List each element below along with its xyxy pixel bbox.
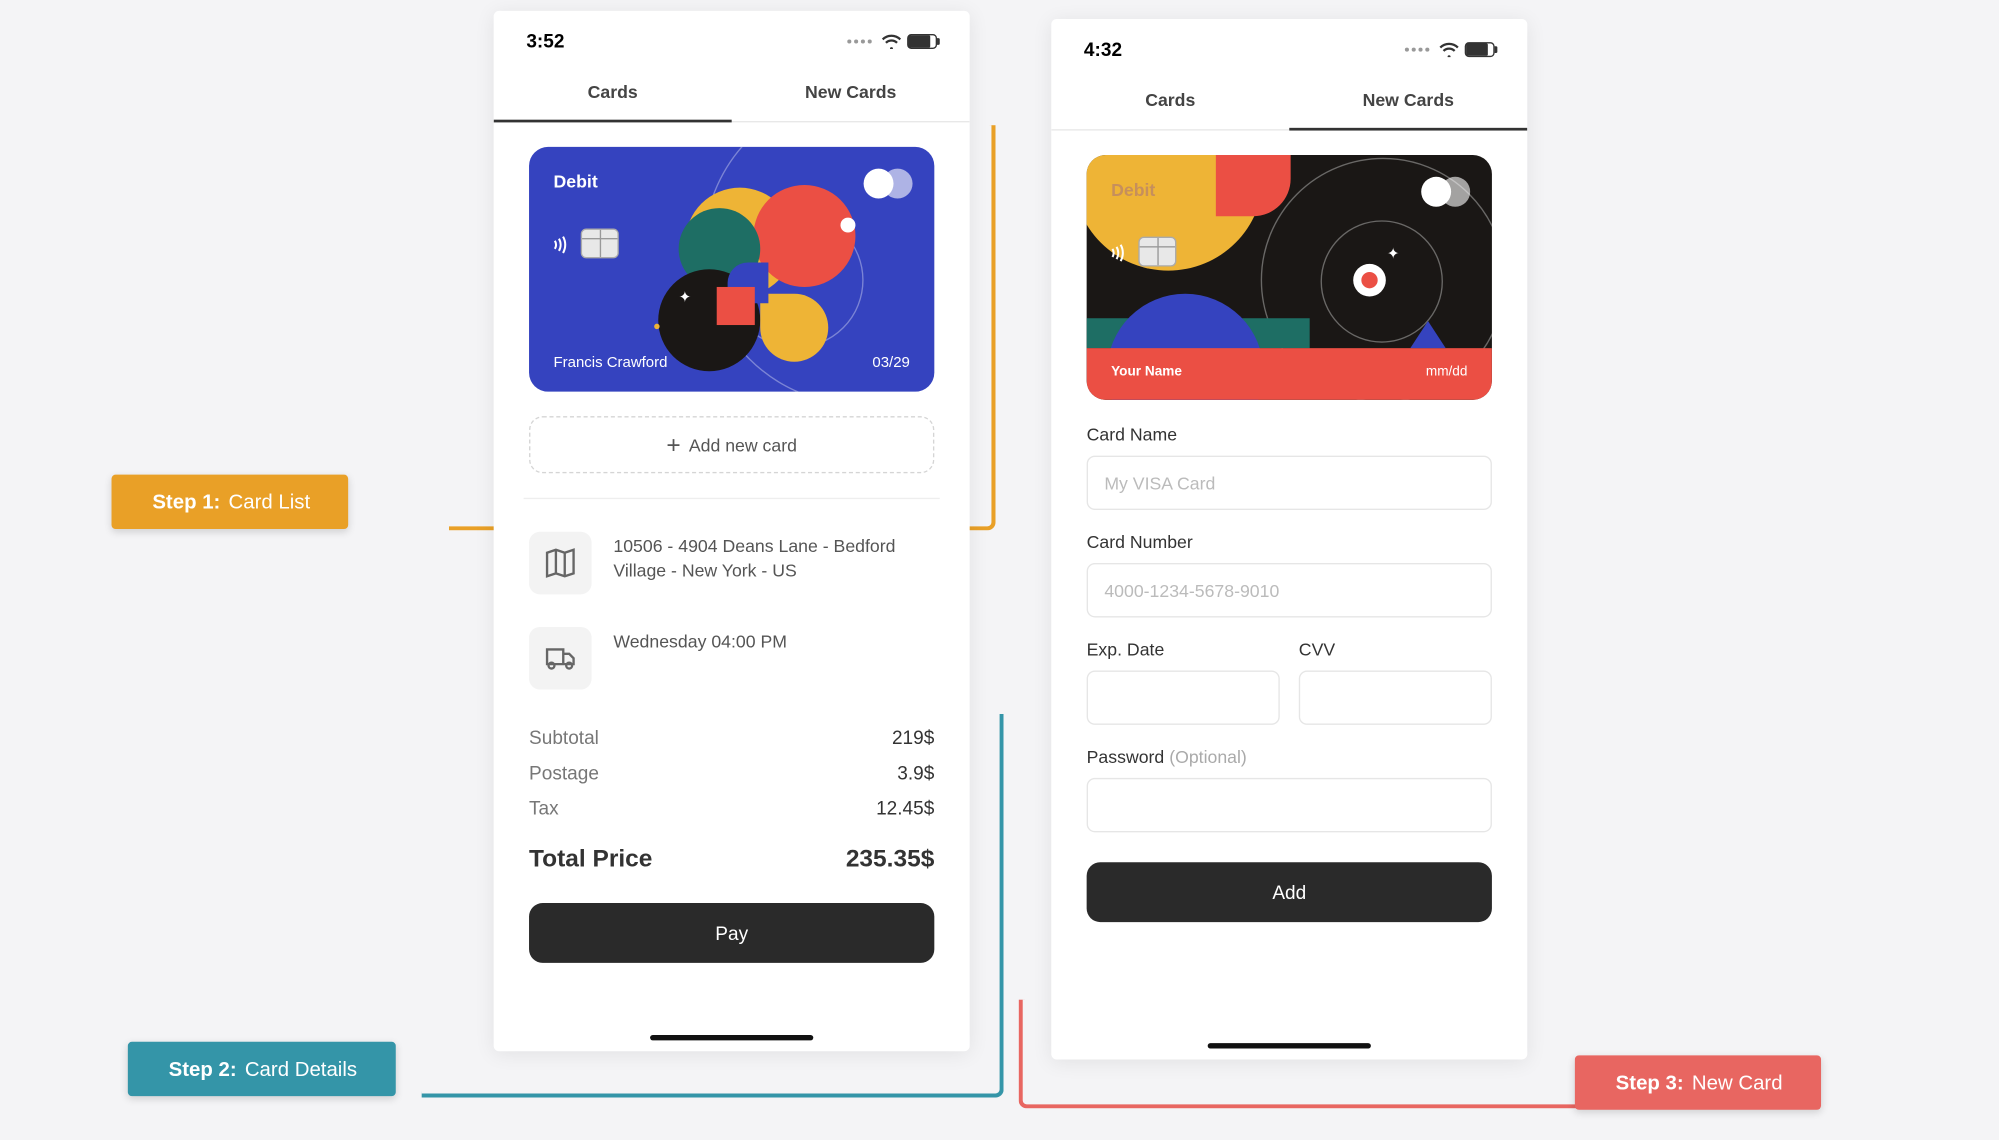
card-network-icon [1421, 177, 1470, 207]
card-shape [1410, 321, 1445, 348]
subtotal-label: Subtotal [529, 726, 599, 748]
card-network-icon [864, 169, 913, 199]
cvv-input[interactable] [1299, 670, 1492, 724]
postage-label: Postage [529, 762, 599, 784]
card-expiry: mm/dd [1426, 364, 1468, 379]
add-card-label: Add new card [689, 435, 797, 455]
cardholder-name: Francis Crawford [554, 355, 668, 371]
step2-badge: Step 2: Card Details [128, 1042, 395, 1096]
contactless-icon [1108, 241, 1132, 265]
postage-value: 3.9$ [897, 762, 934, 784]
password-label-text: Password [1087, 747, 1165, 767]
tab-new-cards[interactable]: New Cards [1289, 71, 1527, 129]
subtotal-row: Subtotal 219$ [494, 719, 970, 754]
chip-icon [581, 228, 619, 258]
sparkle-icon: ✦ [679, 288, 692, 306]
step3-badge: Step 3: New Card [1575, 1055, 1821, 1109]
card-type: Debit [1111, 180, 1155, 200]
status-bar: 4:32 [1051, 19, 1527, 71]
card-type: Debit [554, 171, 598, 191]
total-row: Total Price 235.35$ [494, 826, 970, 874]
pay-label: Pay [715, 922, 748, 944]
card-shape [753, 185, 855, 287]
exp-date-label: Exp. Date [1087, 639, 1280, 659]
truck-icon [529, 627, 592, 690]
divider [524, 498, 940, 499]
contactless-icon [551, 233, 575, 257]
card-shape [1361, 272, 1377, 288]
address-text: 10506 - 4904 Deans Lane - Bedford Villag… [613, 532, 934, 584]
chip-icon [1138, 237, 1176, 267]
card-number-input[interactable] [1087, 563, 1492, 617]
step2-bold: Step 2: [169, 1057, 237, 1080]
card-number-label: Card Number [1087, 532, 1492, 552]
tax-row: Tax 12.45$ [494, 790, 970, 825]
card-name-input[interactable] [1087, 456, 1492, 510]
postage-row: Postage 3.9$ [494, 755, 970, 790]
home-indicator[interactable] [650, 1035, 813, 1040]
phone-new-card: 4:32 Cards New Cards ✦ Debit [1051, 19, 1527, 1059]
tab-cards[interactable]: Cards [1051, 71, 1289, 129]
pay-button[interactable]: Pay [529, 903, 934, 963]
step1-badge: Step 1: Card List [112, 475, 349, 529]
wifi-icon [1439, 41, 1459, 56]
delivery-text: Wednesday 04:00 PM [613, 627, 787, 654]
step1-text: Card List [229, 490, 311, 513]
tabs: Cards New Cards [494, 63, 970, 123]
password-label: Password (Optional) [1087, 747, 1492, 767]
plus-icon: + [666, 430, 680, 459]
battery-icon [1465, 41, 1495, 56]
add-button[interactable]: Add [1087, 862, 1492, 922]
cvv-label: CVV [1299, 639, 1492, 659]
tab-cards[interactable]: Cards [494, 63, 732, 121]
card-name-label: Card Name [1087, 424, 1492, 444]
status-time: 3:52 [526, 30, 564, 52]
card-expiry: 03/29 [872, 355, 909, 371]
step2-text: Card Details [245, 1057, 357, 1080]
add-new-card-button[interactable]: + Add new card [529, 416, 934, 473]
debit-card-preview: ✦ Debit Your Name mm/dd [1087, 155, 1492, 400]
step3-bold: Step 3: [1616, 1071, 1684, 1094]
home-indicator[interactable] [1208, 1043, 1371, 1048]
card-shape [760, 294, 828, 362]
cardholder-name: Your Name [1111, 364, 1182, 379]
tab-new-cards[interactable]: New Cards [732, 63, 970, 121]
delivery-row: Wednesday 04:00 PM [494, 611, 970, 706]
tax-label: Tax [529, 797, 559, 819]
step3-text: New Card [1692, 1071, 1783, 1094]
status-icons [1405, 41, 1495, 56]
debit-card[interactable]: ✦ Debit Francis Crawford 03/29 [529, 147, 934, 392]
battery-icon [907, 33, 937, 48]
phone-card-list: 3:52 Cards New Cards ✦ Debit [494, 11, 970, 1051]
address-row: 10506 - 4904 Deans Lane - Bedford Villag… [494, 515, 970, 610]
card-shape [654, 324, 659, 329]
exp-date-input[interactable] [1087, 670, 1280, 724]
password-input[interactable] [1087, 778, 1492, 832]
new-card-form: Card Name Card Number Exp. Date CVV Pass… [1051, 400, 1527, 854]
tabs: Cards New Cards [1051, 71, 1527, 131]
card-shape [1216, 155, 1291, 216]
add-label: Add [1272, 881, 1306, 903]
step1-bold: Step 1: [152, 490, 220, 513]
sparkle-icon: ✦ [1387, 245, 1400, 263]
total-label: Total Price [529, 845, 652, 874]
wifi-icon [881, 33, 901, 48]
total-value: 235.35$ [846, 845, 935, 874]
map-icon [529, 532, 592, 595]
status-bar: 3:52 [494, 11, 970, 63]
card-shape [840, 218, 855, 233]
subtotal-value: 219$ [892, 726, 934, 748]
card-shape [717, 287, 755, 325]
tax-value: 12.45$ [876, 797, 934, 819]
password-optional: (Optional) [1169, 747, 1247, 767]
status-icons [847, 33, 937, 48]
status-time: 4:32 [1084, 38, 1122, 60]
